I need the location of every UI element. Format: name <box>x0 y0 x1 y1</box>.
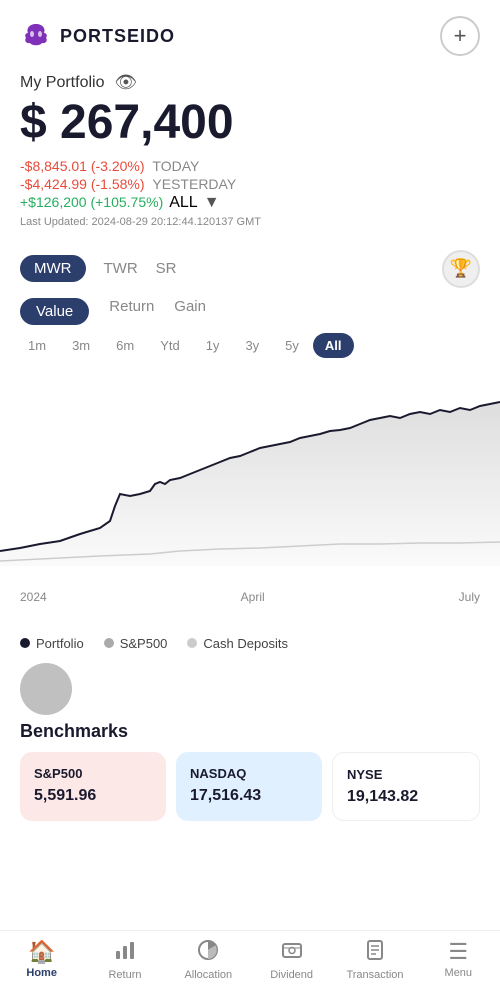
legend-cash-dot <box>187 638 197 648</box>
time-all[interactable]: All <box>313 333 354 358</box>
legend-portfolio: Portfolio <box>20 636 84 651</box>
chart-area: 2024 April July <box>0 366 500 626</box>
nav-return-label: Return <box>108 969 141 981</box>
nav-dividend[interactable]: Dividend <box>262 939 322 981</box>
legend-cash-deposits: Cash Deposits <box>187 636 288 651</box>
benchmark-sp500-value: 5,591.96 <box>34 787 152 805</box>
benchmarks-row: S&P500 5,591.96 NASDAQ 17,516.43 NYSE 19… <box>0 752 500 831</box>
avatar <box>20 663 72 715</box>
trophy-button[interactable]: 🏆 <box>442 250 480 288</box>
dropdown-chevron-icon[interactable]: ▼ <box>204 194 220 212</box>
legend-portfolio-dot <box>20 638 30 648</box>
portfolio-title: My Portfolio <box>20 74 104 92</box>
benchmark-nasdaq: NASDAQ 17,516.43 <box>176 752 322 821</box>
nav-allocation[interactable]: Allocation <box>178 939 238 981</box>
logo-text: PORTSEIDO <box>60 26 175 47</box>
last-updated: Last Updated: 2024-08-29 20:12:44.120137… <box>20 216 480 228</box>
change-yesterday-label: YESTERDAY <box>152 176 236 192</box>
nav-dividend-label: Dividend <box>270 969 313 981</box>
avatar-area <box>0 657 500 715</box>
time-1m[interactable]: 1m <box>16 333 58 358</box>
chart-svg <box>0 366 500 586</box>
chart-label-2024: 2024 <box>20 590 47 604</box>
benchmark-sp500-name: S&P500 <box>34 766 152 781</box>
nav-menu[interactable]: ☰ Menu <box>428 939 488 981</box>
portfolio-section: My Portfolio 👁 $ 267,400 -$8,845.01 (-3.… <box>0 72 500 238</box>
metric-tabs-row: MWR TWR SR 🏆 <box>0 238 500 288</box>
eye-icon[interactable]: 👁 <box>114 72 137 93</box>
change-all-value: +$126,200 (+105.75%) <box>20 194 163 210</box>
tab-value[interactable]: Value <box>20 298 89 325</box>
tab-sr[interactable]: SR <box>156 256 177 281</box>
menu-icon: ☰ <box>448 939 468 965</box>
benchmark-nasdaq-name: NASDAQ <box>190 766 308 781</box>
chart-x-labels: 2024 April July <box>0 586 500 604</box>
logo-icon <box>20 20 52 52</box>
tab-mwr[interactable]: MWR <box>20 255 86 282</box>
tab-twr[interactable]: TWR <box>104 256 138 281</box>
time-range-row: 1m 3m 6m Ytd 1y 3y 5y All <box>0 329 500 366</box>
change-all-row: +$126,200 (+105.75%) ALL ▼ <box>20 194 480 212</box>
legend-row: Portfolio S&P500 Cash Deposits <box>0 626 500 657</box>
chart-label-july: July <box>459 590 480 604</box>
time-3y[interactable]: 3y <box>233 333 271 358</box>
time-3m[interactable]: 3m <box>60 333 102 358</box>
tab-return[interactable]: Return <box>109 298 154 325</box>
benchmarks-title: Benchmarks <box>0 715 500 752</box>
change-all-label: ALL <box>169 194 197 212</box>
header: PORTSEIDO + <box>0 0 500 72</box>
benchmark-nasdaq-value: 17,516.43 <box>190 787 308 805</box>
nav-home-label: Home <box>26 967 57 979</box>
allocation-icon <box>197 939 219 967</box>
chart-label-april: April <box>241 590 265 604</box>
nav-allocation-label: Allocation <box>184 969 232 981</box>
legend-sp500-dot <box>104 638 114 648</box>
time-1y[interactable]: 1y <box>194 333 232 358</box>
bottom-nav: 🏠 Home Return Allocation <box>0 930 500 993</box>
sub-tabs-row: Value Return Gain <box>0 288 500 329</box>
change-yesterday-value: -$4,424.99 (-1.58%) <box>20 176 145 192</box>
legend-sp500-label: S&P500 <box>120 636 168 651</box>
change-yesterday-row: -$4,424.99 (-1.58%) YESTERDAY <box>20 176 480 192</box>
time-ytd[interactable]: Ytd <box>148 333 192 358</box>
nav-menu-label: Menu <box>445 967 473 979</box>
legend-portfolio-label: Portfolio <box>36 636 84 651</box>
benchmark-nyse-name: NYSE <box>347 767 465 782</box>
nav-transaction-label: Transaction <box>346 969 403 981</box>
return-icon <box>114 939 136 967</box>
nav-return[interactable]: Return <box>95 939 155 981</box>
benchmark-nyse: NYSE 19,143.82 <box>332 752 480 821</box>
benchmark-nyse-value: 19,143.82 <box>347 788 465 806</box>
portfolio-title-row: My Portfolio 👁 <box>20 72 480 93</box>
time-5y[interactable]: 5y <box>273 333 311 358</box>
home-icon: 🏠 <box>28 939 55 965</box>
nav-transaction[interactable]: Transaction <box>345 939 405 981</box>
dividend-icon <box>281 939 303 967</box>
metric-tabs: MWR TWR SR <box>20 255 177 282</box>
time-6m[interactable]: 6m <box>104 333 146 358</box>
benchmark-sp500: S&P500 5,591.96 <box>20 752 166 821</box>
portfolio-value: $ 267,400 <box>20 97 480 150</box>
change-today-value: -$8,845.01 (-3.20%) <box>20 158 145 174</box>
transaction-icon <box>364 939 386 967</box>
add-button[interactable]: + <box>440 16 480 56</box>
nav-home[interactable]: 🏠 Home <box>12 939 72 981</box>
tab-gain[interactable]: Gain <box>174 298 206 325</box>
legend-cash-label: Cash Deposits <box>203 636 288 651</box>
legend-sp500: S&P500 <box>104 636 168 651</box>
change-today-row: -$8,845.01 (-3.20%) TODAY <box>20 158 480 174</box>
logo-area: PORTSEIDO <box>20 20 175 52</box>
change-today-label: TODAY <box>152 158 199 174</box>
